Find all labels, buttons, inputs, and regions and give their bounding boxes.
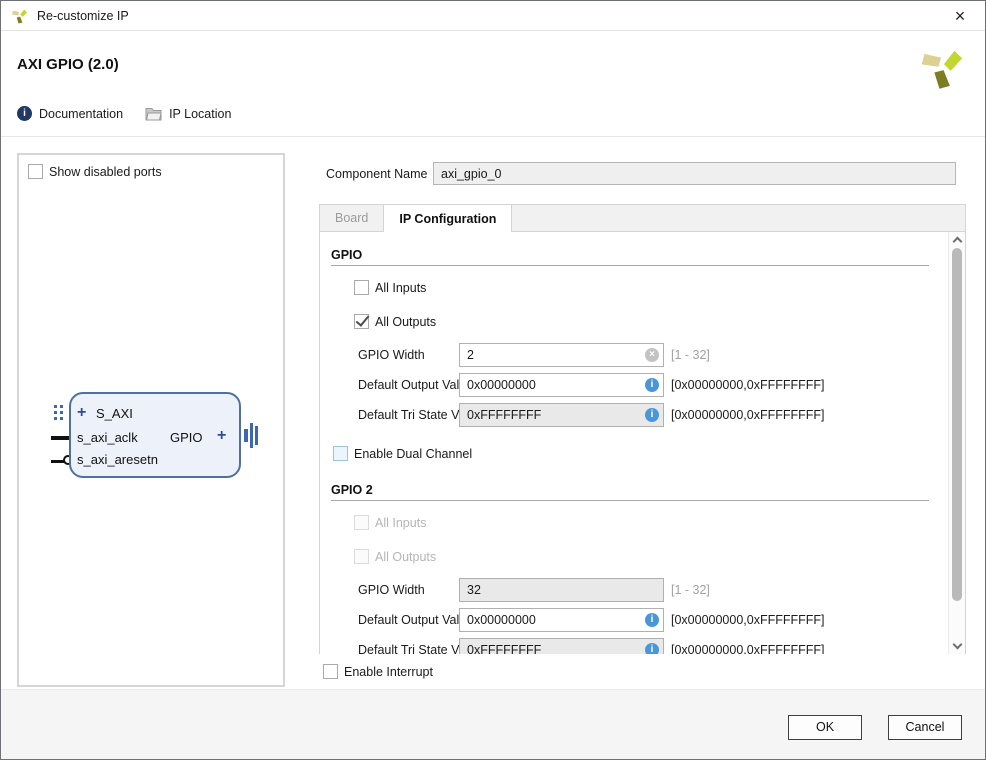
close-icon[interactable]: × — [947, 4, 973, 28]
default-tri-state-value-input — [459, 403, 664, 427]
tab-bar: Board IP Configuration — [320, 205, 965, 233]
info-icon[interactable]: i — [645, 613, 659, 627]
info-icon[interactable]: i — [645, 643, 659, 654]
gpio2-default-output-value-label: Default Output Value — [358, 613, 474, 627]
default-output-value-input[interactable] — [459, 373, 664, 397]
scroll-down-icon[interactable] — [952, 639, 963, 650]
xilinx-app-icon — [11, 9, 27, 24]
configuration-tab-panel: Board IP Configuration GPIO All Inputs A… — [319, 204, 966, 654]
enable-dual-channel-label: Enable Dual Channel — [354, 447, 473, 461]
documentation-label: Documentation — [39, 106, 124, 121]
gpio2-all-outputs-label: All Outputs — [375, 550, 437, 564]
scrollbar-thumb[interactable] — [952, 248, 962, 601]
ip-title: AXI GPIO (2.0) — [17, 56, 119, 73]
gpio-all-outputs-checkbox[interactable] — [354, 314, 369, 329]
port-gpio: GPIO — [170, 430, 203, 445]
tab-board[interactable]: Board — [320, 205, 383, 231]
gpio-width-range: [1 - 32] — [671, 348, 710, 362]
gpio-all-inputs-label: All Inputs — [375, 281, 427, 295]
gpio-bus-icon — [255, 426, 258, 445]
interface-port-marker-icon — [54, 405, 63, 420]
gpio2-all-outputs-checkbox — [354, 549, 369, 564]
gpio-all-inputs-checkbox[interactable] — [354, 280, 369, 295]
gpio-width-input[interactable] — [459, 343, 664, 367]
port-s-axi-aclk: s_axi_aclk — [77, 430, 138, 445]
gpio-bus-icon — [250, 423, 253, 448]
component-name-label: Component Name — [326, 167, 428, 181]
scroll-up-icon[interactable] — [952, 236, 963, 247]
section-divider — [331, 265, 929, 266]
vertical-scrollbar[interactable] — [948, 232, 965, 654]
gpio2-all-inputs-checkbox — [354, 515, 369, 530]
documentation-info-icon: i — [17, 106, 32, 121]
ip-configuration-content: GPIO All Inputs All Outputs GPIO Width ×… — [320, 232, 948, 654]
s-axi-expand-icon[interactable]: + — [77, 405, 86, 421]
dialog-header: AXI GPIO (2.0) i Documentation IP Locati… — [1, 32, 985, 137]
tab-ip-configuration[interactable]: IP Configuration — [383, 205, 513, 233]
section-gpio2-title: GPIO 2 — [331, 483, 373, 497]
enable-dual-channel-checkbox[interactable] — [333, 446, 348, 461]
gpio2-default-output-value-input[interactable] — [459, 608, 664, 632]
info-icon[interactable]: i — [645, 378, 659, 392]
ip-location-label: IP Location — [169, 106, 232, 121]
gpio-width-label: GPIO Width — [358, 348, 425, 362]
port-s-axi: S_AXI — [96, 406, 133, 421]
default-output-value-range: [0x00000000,0xFFFFFFFF] — [671, 378, 825, 392]
component-name-input[interactable] — [433, 162, 956, 185]
gpio2-width-input — [459, 578, 664, 602]
folder-icon — [145, 107, 162, 120]
gpio2-width-range: [1 - 32] — [671, 583, 710, 597]
gpio-all-outputs-label: All Outputs — [375, 315, 437, 329]
documentation-link[interactable]: i Documentation — [17, 106, 123, 121]
window-title: Re-customize IP — [37, 8, 129, 23]
block-diagram-panel: Show disabled ports + S_AXI s_axi_aclk G… — [17, 153, 285, 687]
gpio2-default-tri-state-value-input — [459, 638, 664, 654]
port-s-axi-aresetn: s_axi_aresetn — [77, 452, 158, 467]
gpio2-all-inputs-label: All Inputs — [375, 516, 427, 530]
gpio-bus-icon — [244, 429, 248, 442]
ok-button[interactable]: OK — [788, 715, 862, 740]
ip-location-link[interactable]: IP Location — [145, 107, 231, 121]
enable-interrupt-label: Enable Interrupt — [344, 665, 433, 679]
show-disabled-ports-checkbox[interactable] — [28, 164, 43, 179]
clock-port-stub — [51, 436, 71, 440]
titlebar: Re-customize IP × — [1, 1, 985, 31]
xilinx-logo — [921, 50, 963, 89]
cancel-button[interactable]: Cancel — [888, 715, 962, 740]
default-output-value-label: Default Output Value — [358, 378, 474, 392]
gpio2-default-output-value-range: [0x00000000,0xFFFFFFFF] — [671, 613, 825, 627]
gpio2-width-label: GPIO Width — [358, 583, 425, 597]
section-gpio-title: GPIO — [331, 248, 363, 262]
enable-interrupt-checkbox[interactable] — [323, 664, 338, 679]
clear-icon[interactable]: × — [645, 348, 659, 362]
header-links: i Documentation IP Location — [17, 106, 253, 121]
section-divider — [331, 500, 929, 501]
show-disabled-ports-label: Show disabled ports — [49, 165, 162, 179]
recustomize-ip-dialog: Re-customize IP × AXI GPIO (2.0) i Docum… — [0, 0, 986, 760]
info-icon[interactable]: i — [645, 408, 659, 422]
default-tri-state-value-range: [0x00000000,0xFFFFFFFF] — [671, 408, 825, 422]
gpio2-default-tri-state-value-range: [0x00000000,0xFFFFFFFF] — [671, 643, 825, 654]
gpio-expand-icon[interactable]: + — [217, 428, 226, 444]
